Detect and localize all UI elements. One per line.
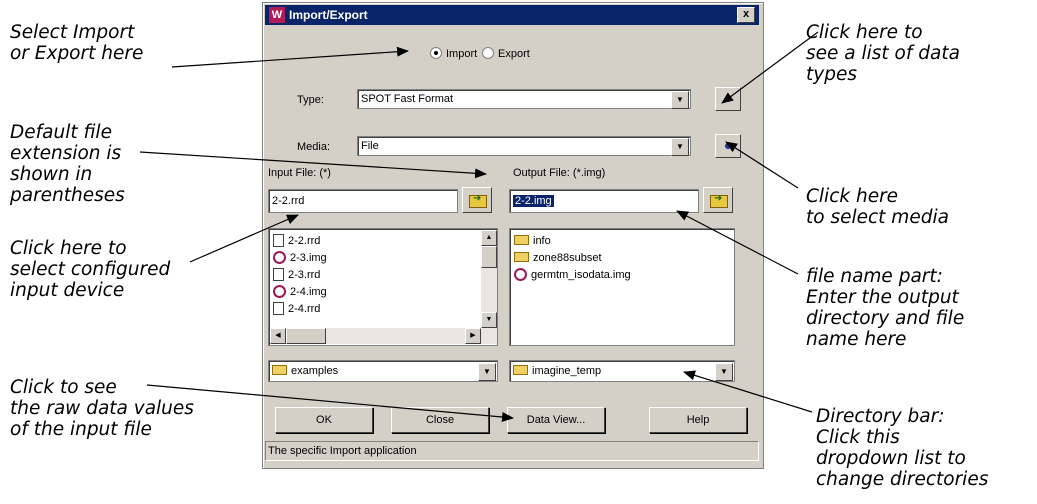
- scroll-thumb[interactable]: [286, 328, 326, 344]
- media-value: File: [361, 140, 379, 152]
- import-export-dialog: W Import/Export x Import Export Type: SP…: [262, 2, 764, 469]
- scroll-down-icon[interactable]: ▼: [481, 312, 497, 328]
- type-label: Type:: [297, 94, 324, 106]
- list-item-label: 2-4.rrd: [288, 303, 321, 315]
- input-file-value: 2-2.rrd: [272, 195, 305, 207]
- list-item-label: germtm_isodata.img: [531, 269, 631, 281]
- scroll-right-icon[interactable]: ▶: [465, 328, 481, 344]
- image-file-icon: [273, 285, 286, 298]
- output-directory-select[interactable]: imagine_temp ▼: [509, 360, 735, 382]
- chevron-down-icon[interactable]: ▼: [671, 91, 689, 109]
- horizontal-scrollbar[interactable]: ◀ ▶: [270, 328, 497, 344]
- export-radio-label: Export: [498, 48, 530, 60]
- list-item-label: info: [533, 235, 551, 247]
- close-window-button[interactable]: x: [737, 7, 755, 23]
- list-item-label: 2-4.img: [290, 286, 327, 298]
- folder-open-icon: [710, 193, 728, 208]
- document-icon: [273, 302, 284, 315]
- list-item[interactable]: zone88subset: [514, 250, 602, 266]
- input-browse-button[interactable]: [462, 187, 492, 213]
- media-label: Media:: [297, 141, 331, 153]
- list-item-label: 2-3.img: [290, 252, 327, 264]
- annotation-media: Click here to select media: [806, 186, 949, 228]
- image-file-icon: [514, 268, 527, 281]
- folder-icon: [513, 365, 528, 375]
- list-item[interactable]: info: [514, 233, 551, 249]
- annotation-directory-bar: Directory bar: Click this dropdown list …: [816, 406, 989, 490]
- dot-icon: [725, 96, 731, 102]
- input-file-label: Input File: (*): [268, 167, 331, 179]
- radio-unselected-icon: [482, 47, 494, 59]
- list-item-label: 2-2.rrd: [288, 235, 321, 247]
- export-radio[interactable]: Export: [482, 47, 530, 60]
- title-bar: W Import/Export x: [265, 5, 759, 25]
- output-browse-button[interactable]: [703, 187, 733, 213]
- annotation-file-name: file name part: Enter the output directo…: [806, 266, 965, 350]
- input-file-field[interactable]: 2-2.rrd: [268, 189, 458, 213]
- app-icon: W: [269, 7, 285, 23]
- media-select[interactable]: File ▼: [357, 136, 691, 156]
- document-icon: [273, 268, 284, 281]
- output-file-label: Output File: (*.img): [513, 167, 606, 179]
- chevron-down-icon[interactable]: ▼: [671, 138, 689, 156]
- list-item-label: zone88subset: [533, 252, 602, 264]
- chevron-down-icon[interactable]: ▼: [715, 363, 733, 381]
- chevron-down-icon[interactable]: ▼: [478, 363, 496, 381]
- close-button[interactable]: Close: [391, 407, 489, 433]
- list-item[interactable]: 2-2.rrd: [273, 233, 320, 249]
- list-item[interactable]: 2-4.img: [273, 284, 327, 300]
- input-directory-value: examples: [291, 365, 339, 377]
- input-directory-select[interactable]: examples ▼: [268, 360, 498, 382]
- data-types-button[interactable]: [715, 87, 741, 111]
- list-item[interactable]: 2-3.img: [273, 250, 327, 266]
- folder-icon: [514, 252, 529, 262]
- type-select[interactable]: SPOT Fast Format ▼: [357, 89, 691, 109]
- media-button[interactable]: [715, 134, 741, 158]
- annotation-raw-data: Click to see the raw data values of the …: [10, 377, 194, 440]
- folder-icon: [272, 365, 287, 375]
- radio-selected-icon: [430, 47, 442, 59]
- output-directory-value: imagine_temp: [532, 365, 602, 377]
- ok-button[interactable]: OK: [275, 407, 373, 433]
- dialog-title: Import/Export: [289, 8, 368, 22]
- annotation-import-export: Select Import or Export here: [10, 22, 144, 64]
- input-file-list[interactable]: 2-2.rrd 2-3.img 2-3.rrd 2-4.img 2-4.rrd …: [268, 228, 498, 346]
- help-button[interactable]: Help: [649, 407, 747, 433]
- list-item[interactable]: 2-4.rrd: [273, 301, 320, 317]
- vertical-scrollbar[interactable]: ▲ ▼: [481, 230, 497, 328]
- annotation-extension: Default file extension is shown in paren…: [10, 122, 125, 206]
- output-file-list[interactable]: info zone88subset germtm_isodata.img: [509, 228, 735, 346]
- image-file-icon: [273, 251, 286, 264]
- folder-icon: [514, 235, 529, 245]
- output-file-value: 2-2.img: [513, 195, 554, 207]
- list-item-label: 2-3.rrd: [288, 269, 321, 281]
- import-radio-label: Import: [446, 48, 478, 60]
- document-icon: [273, 234, 284, 247]
- annotation-input-device: Click here to select configured input de…: [10, 238, 171, 301]
- import-radio[interactable]: Import: [430, 47, 477, 60]
- status-bar: The specific Import application: [265, 441, 759, 461]
- folder-open-icon: [469, 193, 487, 208]
- type-value: SPOT Fast Format: [361, 93, 454, 105]
- annotation-data-types: Click here to see a list of data types: [806, 22, 960, 85]
- data-view-button[interactable]: Data View...: [507, 407, 605, 433]
- scroll-up-icon[interactable]: ▲: [481, 230, 497, 246]
- list-item[interactable]: germtm_isodata.img: [514, 267, 631, 283]
- list-item[interactable]: 2-3.rrd: [273, 267, 320, 283]
- output-file-field[interactable]: 2-2.img: [509, 189, 699, 213]
- dot-icon: [725, 143, 731, 149]
- scroll-left-icon[interactable]: ◀: [270, 328, 286, 344]
- scroll-thumb[interactable]: [481, 246, 497, 268]
